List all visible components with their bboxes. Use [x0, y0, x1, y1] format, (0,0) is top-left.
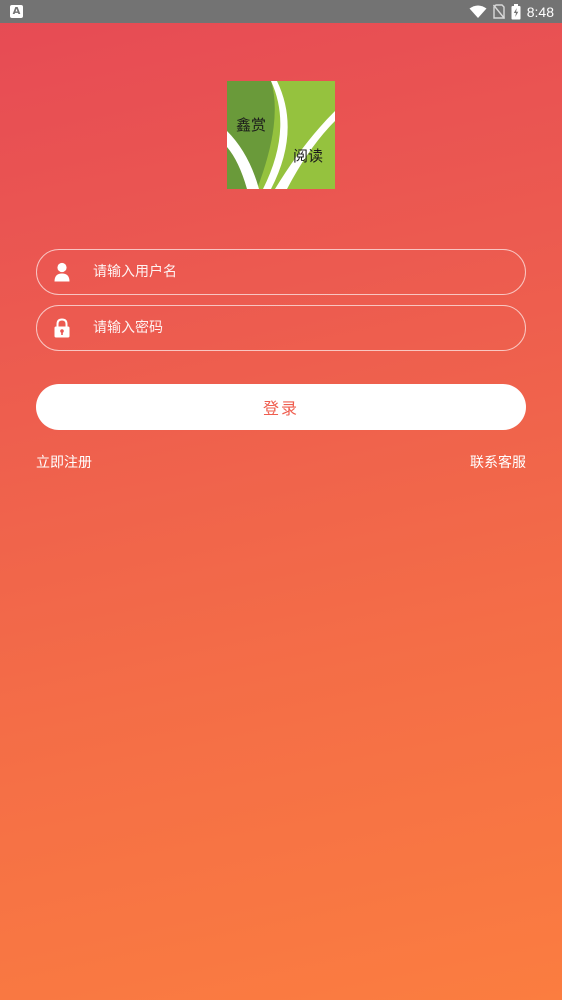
password-field[interactable] — [36, 305, 526, 351]
no-sim-icon — [492, 4, 505, 19]
status-icons: 8:48 — [469, 0, 554, 23]
register-link[interactable]: 立即注册 — [36, 452, 92, 472]
password-input[interactable] — [93, 306, 513, 350]
logo-text-top: 鑫赏 — [236, 116, 267, 134]
wifi-icon — [469, 5, 487, 18]
username-field[interactable] — [36, 249, 526, 295]
battery-charging-icon — [511, 3, 521, 19]
lock-icon — [54, 318, 70, 338]
user-icon — [54, 262, 70, 282]
leaf-logo-icon — [227, 81, 335, 189]
logo-text-bottom: 阅读 — [293, 147, 324, 165]
app-notification-icon: A — [10, 5, 23, 18]
status-bar: A 8:48 — [0, 0, 562, 23]
app-logo: 鑫赏 阅读 — [227, 81, 335, 189]
clock-time: 8:48 — [526, 3, 554, 20]
customer-service-link[interactable]: 联系客服 — [470, 452, 526, 472]
login-button[interactable]: 登录 — [36, 384, 526, 430]
username-input[interactable] — [93, 250, 513, 294]
